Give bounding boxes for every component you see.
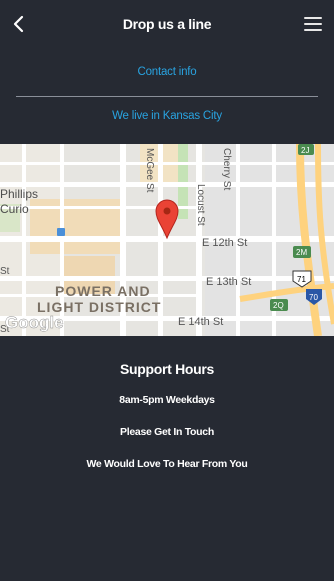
support-hours-line: 8am-5pm Weekdays — [119, 394, 215, 406]
map-label-13th: E 13th St — [206, 276, 251, 288]
svg-text:2M: 2M — [296, 248, 307, 257]
divider — [16, 96, 318, 97]
svg-text:70: 70 — [309, 293, 318, 302]
map-label-mcgee: McGee St — [144, 148, 155, 193]
map-label-district-1: POWER AND — [55, 283, 151, 299]
map-label-cherry: Cherry St — [221, 148, 232, 190]
transit-icon — [57, 228, 65, 236]
support-hours-title: Support Hours — [119, 361, 215, 377]
map-label-place-2: Curio — [0, 202, 29, 216]
contact-info-link[interactable]: Contact info — [0, 66, 334, 78]
svg-text:71: 71 — [297, 275, 306, 284]
map-view[interactable]: Phillips Curio St St McGee St Locust St … — [0, 144, 334, 336]
hamburger-menu-icon — [304, 17, 322, 19]
map-label-locust: Locust St — [195, 184, 206, 226]
location-link[interactable]: We live in Kansas City — [0, 110, 334, 122]
map-label-place-1: Phillips — [0, 187, 38, 201]
page-title: Drop us a line — [122, 16, 212, 32]
menu-button[interactable] — [304, 17, 322, 33]
map-label-street-left-1: St — [0, 266, 10, 277]
support-message-text: We Would Love To Hear From You — [86, 458, 248, 470]
svg-text:2Q: 2Q — [273, 301, 284, 310]
svg-text:2J: 2J — [301, 146, 309, 155]
map-label-14th: E 14th St — [178, 316, 223, 328]
google-logo: Google — [5, 313, 64, 332]
map-label-12th: E 12th St — [202, 237, 247, 249]
support-get-in-touch-text: Please Get In Touch — [120, 426, 214, 438]
app-header: Drop us a line — [0, 0, 334, 50]
